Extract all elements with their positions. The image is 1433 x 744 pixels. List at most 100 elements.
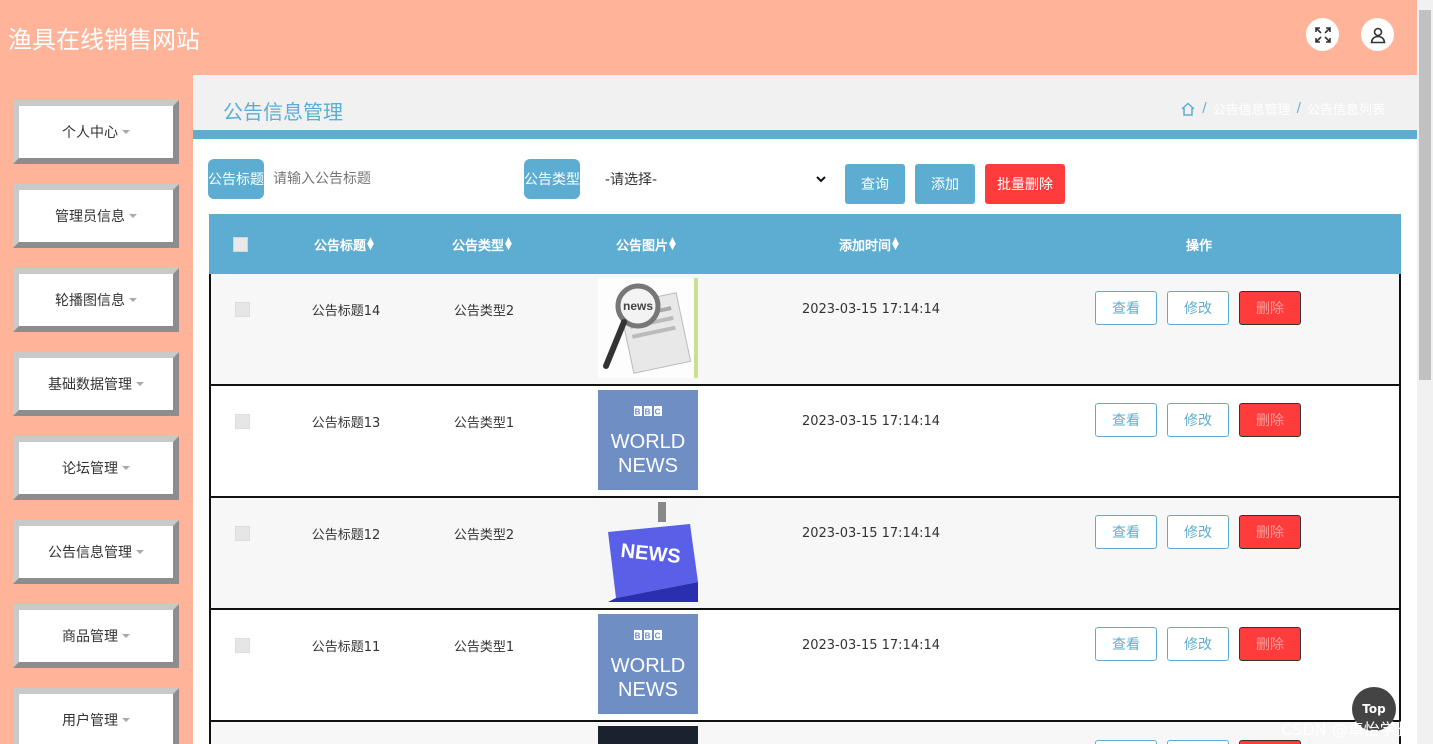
notice-image: B B C WORLD NEWS xyxy=(598,390,698,490)
sort-icon: ▲ ▼ xyxy=(367,236,374,252)
caret-down-icon xyxy=(129,214,137,218)
notice-type: 公告类型2 xyxy=(453,527,515,543)
table-row: 公告标题14 公告类型2 news 2023-03-15 17:14:14 查看… xyxy=(209,274,1401,386)
table-header: 公告标题 ▲ ▼ 公告类型 ▲ ▼ 公告图片 ▲ ▼ 添加时间 ▲ ▼ 操作 xyxy=(209,214,1401,274)
row-checkbox[interactable] xyxy=(233,406,251,436)
sidebar: 个人中心 管理员信息 轮播图信息 基础数据管理 论坛管理 公告信息管理 商品管理… xyxy=(0,75,193,744)
notice-time: 2023-03-15 17:14:14 xyxy=(801,525,941,541)
column-header-image[interactable]: 公告图片 ▲ ▼ xyxy=(591,214,701,274)
sidebar-item-notice[interactable]: 公告信息管理 xyxy=(13,520,179,584)
caret-down-icon xyxy=(122,634,130,638)
svg-text:NEWS: NEWS xyxy=(618,679,678,701)
svg-text:C: C xyxy=(655,632,661,641)
title-search-input[interactable] xyxy=(273,167,503,191)
home-icon[interactable] xyxy=(1180,101,1196,117)
view-button[interactable] xyxy=(1095,740,1157,744)
delete-button[interactable]: 删除 xyxy=(1239,627,1301,661)
notice-title: 公告标题13 xyxy=(311,415,381,431)
notice-table: 公告标题 ▲ ▼ 公告类型 ▲ ▼ 公告图片 ▲ ▼ 添加时间 ▲ ▼ 操作 公告标题14 公告… xyxy=(209,214,1401,744)
site-title: 渔具在线销售网站 xyxy=(8,26,200,54)
notice-image: NEWS xyxy=(598,502,698,602)
delete-button[interactable]: 删除 xyxy=(1239,515,1301,549)
sidebar-item-admin-info[interactable]: 管理员信息 xyxy=(13,184,179,248)
svg-text:news: news xyxy=(623,299,653,313)
delete-button[interactable] xyxy=(1239,740,1301,744)
type-select[interactable]: -请选择- xyxy=(591,167,831,191)
top-header: 渔具在线销售网站 xyxy=(0,0,1417,75)
scrollbar-thumb[interactable] xyxy=(1419,10,1431,380)
title-search-label: 公告标题 xyxy=(208,159,264,199)
table-row: 公告标题13 公告类型1 B B C WORLD NEWS 2023-03-15… xyxy=(209,386,1401,498)
main-content: 公告信息管理 / 公告信息管理 / 公告信息列表 公告标题 公告类型 -请选择-… xyxy=(193,75,1417,744)
edit-button[interactable]: 修改 xyxy=(1167,515,1229,549)
column-header-actions: 操作 xyxy=(1185,238,1212,254)
row-checkbox[interactable] xyxy=(233,630,251,660)
svg-text:NEWS: NEWS xyxy=(618,455,678,477)
notice-time: 2023-03-15 17:14:14 xyxy=(801,301,941,317)
type-search-label: 公告类型 xyxy=(524,159,580,199)
edit-button[interactable] xyxy=(1167,740,1229,744)
view-button[interactable]: 查看 xyxy=(1095,291,1157,325)
vertical-scrollbar[interactable] xyxy=(1417,0,1433,744)
breadcrumb-item: 公告信息列表 xyxy=(1306,103,1385,118)
caret-down-icon xyxy=(136,550,144,554)
sort-icon: ▲ ▼ xyxy=(669,236,676,252)
column-header-title[interactable]: 公告标题 ▲ ▼ xyxy=(289,214,399,274)
query-button[interactable]: 查询 xyxy=(845,164,905,204)
notice-image: B B C WORLD NEWS xyxy=(598,614,698,714)
sidebar-item-forum[interactable]: 论坛管理 xyxy=(13,436,179,500)
user-profile-button[interactable] xyxy=(1361,18,1394,51)
table-row: 公告标题11 公告类型1 B B C WORLD NEWS 2023-03-15… xyxy=(209,610,1401,722)
batch-delete-button[interactable]: 批量删除 xyxy=(985,164,1065,204)
add-button[interactable]: 添加 xyxy=(915,164,975,204)
notice-title: 公告标题12 xyxy=(311,527,381,543)
view-button[interactable]: 查看 xyxy=(1095,403,1157,437)
table-row xyxy=(209,722,1401,744)
delete-button[interactable]: 删除 xyxy=(1239,403,1301,437)
sort-icon: ▲ ▼ xyxy=(505,236,512,252)
sidebar-item-products[interactable]: 商品管理 xyxy=(13,604,179,668)
caret-down-icon xyxy=(122,130,130,134)
notice-type: 公告类型1 xyxy=(453,639,515,655)
notice-image: news xyxy=(598,278,698,378)
view-button[interactable]: 查看 xyxy=(1095,627,1157,661)
sidebar-item-personal-center[interactable]: 个人中心 xyxy=(13,100,179,164)
breadcrumb: / 公告信息管理 / 公告信息列表 xyxy=(1180,99,1385,118)
column-header-type[interactable]: 公告类型 ▲ ▼ xyxy=(427,214,537,274)
edit-button[interactable]: 修改 xyxy=(1167,291,1229,325)
svg-text:B: B xyxy=(635,408,641,417)
svg-text:WORLD: WORLD xyxy=(611,431,685,453)
sidebar-item-carousel[interactable]: 轮播图信息 xyxy=(13,268,179,332)
select-all-checkbox[interactable] xyxy=(231,214,249,274)
notice-title: 公告标题14 xyxy=(311,303,381,319)
notice-type: 公告类型2 xyxy=(453,303,515,319)
svg-text:WORLD: WORLD xyxy=(611,655,685,677)
sidebar-item-basic-data[interactable]: 基础数据管理 xyxy=(13,352,179,416)
page-title: 公告信息管理 xyxy=(223,100,343,124)
fullscreen-button[interactable] xyxy=(1306,18,1339,51)
caret-down-icon xyxy=(136,382,144,386)
edit-button[interactable]: 修改 xyxy=(1167,627,1229,661)
notice-type: 公告类型1 xyxy=(453,415,515,431)
sort-icon: ▲ ▼ xyxy=(892,236,899,252)
caret-down-icon xyxy=(122,718,130,722)
row-checkbox[interactable] xyxy=(233,294,251,324)
chevron-down-icon xyxy=(816,176,826,183)
notice-time: 2023-03-15 17:14:14 xyxy=(801,413,941,429)
sidebar-item-users[interactable]: 用户管理 xyxy=(13,688,179,744)
caret-down-icon xyxy=(122,466,130,470)
user-icon xyxy=(1370,27,1385,43)
notice-time: 2023-03-15 17:14:14 xyxy=(801,637,941,653)
edit-button[interactable]: 修改 xyxy=(1167,403,1229,437)
column-header-time[interactable]: 添加时间 ▲ ▼ xyxy=(809,214,929,274)
delete-button[interactable]: 删除 xyxy=(1239,291,1301,325)
view-button[interactable]: 查看 xyxy=(1095,515,1157,549)
svg-text:B: B xyxy=(635,632,641,641)
page-titlebar: 公告信息管理 / 公告信息管理 / 公告信息列表 xyxy=(193,75,1417,139)
row-checkbox[interactable] xyxy=(233,518,251,548)
svg-text:B: B xyxy=(645,408,651,417)
notice-image xyxy=(598,726,698,744)
breadcrumb-item[interactable]: 公告信息管理 xyxy=(1213,99,1291,118)
caret-down-icon xyxy=(129,298,137,302)
table-row: 公告标题12 公告类型2 NEWS 2023-03-15 17:14:14 查看… xyxy=(209,498,1401,610)
